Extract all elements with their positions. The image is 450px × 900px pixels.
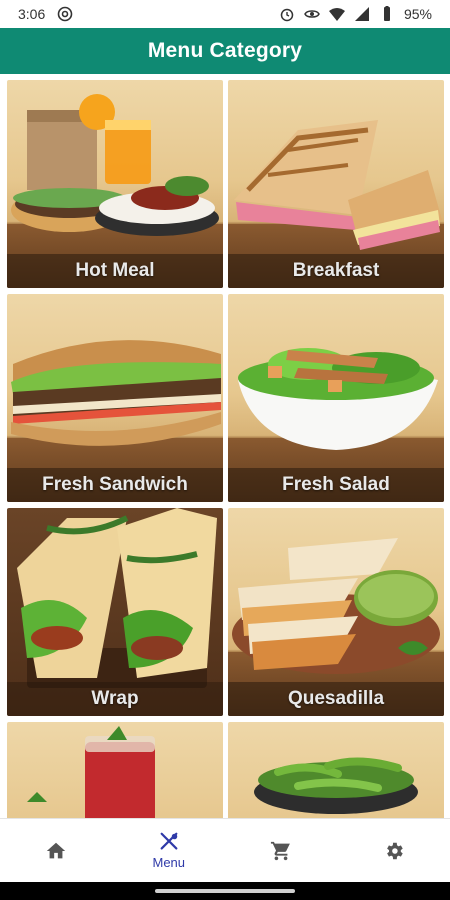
tile-label-bar: Quesadilla xyxy=(228,682,444,716)
drink-image xyxy=(27,726,155,818)
battery-percent: 95% xyxy=(403,6,432,22)
tile-label-bar: Hot Meal xyxy=(7,254,223,288)
nav-menu[interactable]: Menu xyxy=(113,819,226,882)
tile-label: Hot Meal xyxy=(75,260,155,281)
gesture-handle[interactable] xyxy=(155,889,295,893)
tile-label: Breakfast xyxy=(292,260,380,281)
alarm-icon xyxy=(280,8,294,22)
category-tile-wrap[interactable]: Wrap xyxy=(7,508,223,716)
signal-icon xyxy=(354,7,369,21)
tile-label: Fresh Salad xyxy=(282,474,390,495)
tile-label-bar: Wrap xyxy=(7,682,223,716)
nav-cart[interactable] xyxy=(225,819,338,882)
menu-icon xyxy=(160,832,178,850)
category-grid: Hot Meal Breakfast Fresh Sandwich Fresh … xyxy=(0,74,450,818)
edamame-image xyxy=(254,757,418,814)
battery-icon xyxy=(383,6,390,21)
category-tile-fresh-salad[interactable]: Fresh Salad xyxy=(228,294,444,502)
nav-settings[interactable] xyxy=(338,819,450,882)
category-tile-quesadilla[interactable]: Quesadilla xyxy=(228,508,444,716)
eye-icon xyxy=(304,10,320,18)
nav-menu-label: Menu xyxy=(152,855,186,870)
category-tile-hot-meal[interactable]: Hot Meal xyxy=(7,80,223,288)
bottom-navigation: Menu xyxy=(0,818,450,882)
tile-label-bar: Fresh Sandwich xyxy=(7,468,223,502)
nav-home[interactable] xyxy=(0,819,113,882)
cart-icon xyxy=(271,841,291,860)
settings-icon xyxy=(386,842,403,859)
category-tile-drinks[interactable] xyxy=(7,722,223,818)
status-bar: 3:06 95% xyxy=(0,0,450,28)
tile-label: Wrap xyxy=(91,688,139,709)
tile-label-bar: Breakfast xyxy=(228,254,444,288)
category-tile-fresh-sandwich[interactable]: Fresh Sandwich xyxy=(7,294,223,502)
page-title: Menu Category xyxy=(147,39,303,62)
at-sign-icon xyxy=(57,6,73,22)
system-gesture-bar xyxy=(0,882,450,900)
app-bar: Menu Category xyxy=(0,28,450,74)
status-time: 3:06 xyxy=(18,6,46,22)
category-tile-breakfast[interactable]: Breakfast xyxy=(228,80,444,288)
wifi-icon xyxy=(328,8,345,21)
category-tile-edamame[interactable] xyxy=(228,722,444,818)
home-icon xyxy=(47,842,66,858)
tile-label: Fresh Sandwich xyxy=(42,474,188,495)
tile-label-bar: Fresh Salad xyxy=(228,468,444,502)
tile-label: Quesadilla xyxy=(287,688,385,709)
